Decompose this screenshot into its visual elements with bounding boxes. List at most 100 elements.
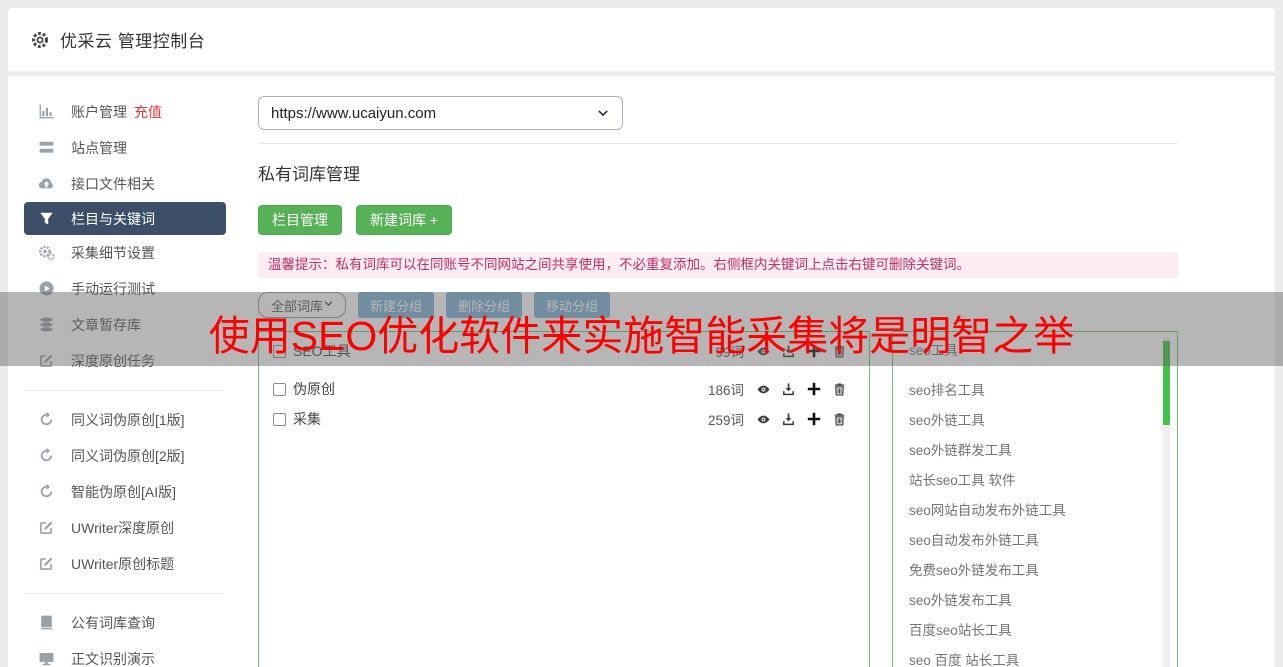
play-circle-icon	[38, 280, 56, 298]
keyword-item[interactable]: seo外链工具	[909, 406, 1157, 436]
keyword-item[interactable]: 站长seo工具 软件	[909, 466, 1157, 496]
main-content: https://www.ucaiyun.com 私有词库管理 栏目管理 新建词库…	[248, 76, 1275, 667]
download-icon[interactable]	[781, 412, 796, 427]
sidebar-item-label: 账户管理	[71, 104, 127, 120]
sidebar-item[interactable]: UWriter原创标题	[8, 546, 248, 582]
sidebar-item[interactable]: 智能伪原创[AI版]	[8, 474, 248, 510]
lexicon-checkbox[interactable]	[273, 344, 286, 358]
download-icon[interactable]	[781, 344, 796, 359]
sidebar-item-label: 深度原创任务	[71, 353, 155, 369]
sidebar-item[interactable]: 接口文件相关	[8, 166, 248, 202]
sidebar-item-label: 采集细节设置	[71, 245, 155, 261]
sidebar-item-label: UWriter深度原创	[71, 520, 175, 536]
trash-icon[interactable]	[832, 382, 847, 397]
view-eye-icon[interactable]	[756, 382, 771, 397]
sidebar-item[interactable]: 正文识别演示	[8, 641, 248, 667]
sidebar-item[interactable]: 手动运行测试	[8, 271, 248, 307]
keyword-scrollbar	[1163, 338, 1170, 667]
app-body: 账户管理 充值 站点管理 接口文件相关 栏目与关键词 采集细节设置 手动运行测试…	[8, 76, 1275, 667]
sidebar-item[interactable]: 公有词库查询	[8, 605, 248, 641]
lexicon-checkbox[interactable]	[273, 412, 286, 426]
keyword-item[interactable]: seo排名工具	[909, 376, 1157, 406]
gear-icon	[30, 30, 50, 50]
keyword-item[interactable]: seo网站自动发布外链工具	[909, 496, 1157, 526]
keyword-item[interactable]: seo自动发布外链工具	[909, 526, 1157, 556]
column-manage-button[interactable]: 栏目管理	[258, 205, 342, 235]
edit-icon	[38, 555, 56, 573]
app-title: 优采云 管理控制台	[60, 32, 206, 51]
lexicon-row: 伪原创 186词	[273, 374, 847, 404]
word-count: 186词	[707, 383, 744, 398]
delete-group-button[interactable]: 删除分组	[446, 292, 523, 318]
sidebar-item[interactable]: 账户管理 充值	[8, 94, 248, 130]
keyword-item[interactable]: 免费seo外链发布工具	[909, 556, 1157, 586]
chevron-down-icon	[323, 298, 337, 312]
keyword-item[interactable]: seo 百度 站长工具	[909, 646, 1157, 667]
app-header: 优采云 管理控制台	[8, 8, 1275, 72]
button-row: 栏目管理 新建词库 +	[258, 205, 1178, 235]
trash-icon[interactable]	[832, 412, 847, 427]
word-count: 99词	[715, 345, 744, 360]
keyword-item[interactable]: seo工具	[909, 336, 1157, 366]
sidebar: 账户管理 充值 站点管理 接口文件相关 栏目与关键词 采集细节设置 手动运行测试…	[8, 76, 248, 667]
sidebar-item[interactable]: 同义词伪原创[1版]	[8, 402, 248, 438]
move-group-button[interactable]: 移动分组	[534, 292, 611, 318]
lexicon-name: SEO工具	[293, 343, 351, 359]
tip-banner: 温馨提示：私有词库可以在同账号不同网站之间共享使用，不必重复添加。右侧框内关键词…	[258, 252, 1178, 278]
edit-icon	[38, 352, 56, 370]
sidebar-item[interactable]: 采集细节设置	[8, 235, 248, 271]
sidebar-item-label: 正文识别演示	[71, 651, 155, 667]
sidebar-item[interactable]: UWriter深度原创	[8, 510, 248, 546]
scrollbar-thumb[interactable]	[1163, 341, 1170, 425]
sidebar-item[interactable]: 栏目与关键词	[24, 202, 226, 235]
refresh-icon	[38, 447, 56, 465]
word-count: 259词	[707, 413, 744, 428]
bar-chart-icon	[38, 103, 56, 121]
lexicon-panel: SEO工具 99词 伪原创 186词 采集 259词	[258, 331, 870, 667]
keyword-item[interactable]: seo外链群发工具	[909, 436, 1157, 466]
view-eye-icon[interactable]	[756, 412, 771, 427]
sidebar-item-label: UWriter原创标题	[71, 556, 175, 572]
add-plus-icon[interactable]	[806, 411, 822, 427]
add-plus-icon[interactable]	[806, 343, 822, 359]
view-eye-icon[interactable]	[756, 344, 771, 359]
sidebar-item[interactable]: 站点管理	[8, 130, 248, 166]
lexicon-name: 采集	[293, 411, 321, 427]
sidebar-item-label: 栏目与关键词	[71, 210, 155, 227]
lexicon-checkbox[interactable]	[273, 382, 286, 396]
keyword-panel: seo工具 seo排名工具 seo外链工具 seo外链群发工具 站长seo工具 软件 se…	[892, 331, 1178, 667]
keyword-list: seo工具 seo排名工具 seo外链工具 seo外链群发工具 站长seo工具 软件 se…	[909, 336, 1157, 667]
group-toolbar: 全部词库 新建分组 删除分组 移动分组	[258, 292, 1178, 318]
sidebar-item-label: 同义词伪原创[2版]	[71, 448, 185, 464]
sidebar-item[interactable]: 文章暂存库	[8, 307, 248, 343]
sidebar-item-label: 公有词库查询	[71, 615, 155, 631]
chevron-down-icon	[596, 106, 610, 120]
sidebar-item-label: 手动运行测试	[71, 281, 155, 297]
trash-icon[interactable]	[832, 344, 847, 359]
sidebar-item-label: 站点管理	[71, 140, 127, 156]
sidebar-item[interactable]: 深度原创任务	[8, 343, 248, 379]
app-page: 优采云 管理控制台 账户管理 充值 站点管理 接口文件相关 栏目与关键词 采集细…	[0, 0, 1283, 667]
sidebar-item[interactable]: 同义词伪原创[2版]	[8, 438, 248, 474]
keyword-item[interactable]: 百度seo站长工具	[909, 616, 1157, 646]
sidebar-item-label: 接口文件相关	[71, 176, 155, 192]
monitor-icon	[38, 650, 56, 667]
keyword-item[interactable]: seo外链发布工具	[909, 586, 1157, 616]
list-icon	[38, 139, 56, 157]
edit-icon	[38, 519, 56, 537]
download-icon[interactable]	[781, 382, 796, 397]
sidebar-item-label: 文章暂存库	[71, 317, 141, 333]
lexicon-filter-select[interactable]: 全部词库	[258, 292, 346, 318]
database-icon	[38, 316, 56, 334]
new-lexicon-button[interactable]: 新建词库 +	[356, 205, 453, 235]
lexicon-filter-value: 全部词库	[271, 298, 324, 314]
add-plus-icon[interactable]	[806, 381, 822, 397]
gears-icon	[38, 244, 56, 262]
sidebar-item-label: 同义词伪原创[1版]	[71, 412, 185, 428]
refresh-icon	[38, 483, 56, 501]
filter-icon	[38, 210, 56, 228]
recharge-badge[interactable]: 充值	[134, 102, 162, 122]
new-group-button[interactable]: 新建分组	[358, 292, 435, 318]
lexicon-row: SEO工具 99词	[273, 336, 847, 366]
site-select[interactable]: https://www.ucaiyun.com	[258, 96, 623, 130]
